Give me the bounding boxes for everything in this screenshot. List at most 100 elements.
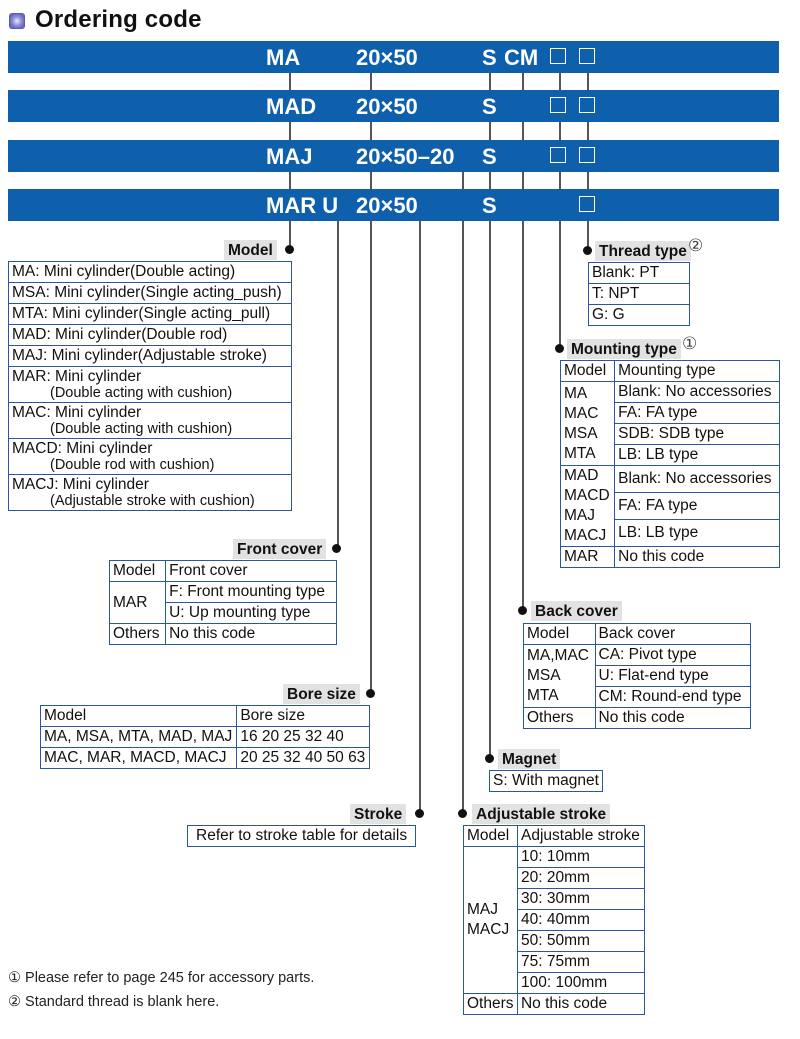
footnote-1: ① Please refer to page 245 for accessory… <box>8 970 315 986</box>
model-name: MA <box>564 384 588 402</box>
table-cell: CA: Pivot type <box>594 644 751 666</box>
table-cell: Model <box>559 360 616 382</box>
thread-box-icon <box>579 147 595 163</box>
model-option: MAJ: Mini cylinder(Adjustable stroke) <box>8 345 292 367</box>
table-cell: Refer to stroke table for details <box>186 825 417 847</box>
mounting-type-label: Mounting type <box>567 339 681 359</box>
model-option-desc: (Double rod with cushion) <box>50 457 215 473</box>
table-cell: Mounting type <box>614 360 780 382</box>
code-bar-mar: MAR U 20×50 S <box>8 189 779 221</box>
code-bore-stroke: 20×50–20 <box>356 144 455 169</box>
code-model: MAR U <box>266 193 339 218</box>
stroke-label: Stroke <box>350 804 407 824</box>
model-option: MACD: Mini cylinder (Double rod with cush… <box>8 438 292 475</box>
table-row: MAR F: Front mounting type <box>108 581 337 624</box>
table-row: S: With magnet <box>489 770 603 792</box>
table-cell: Blank: No accessories <box>614 465 780 493</box>
model-option-name: MACD: Mini cylinder <box>12 440 153 457</box>
model-option-name: MAC: Mini cylinder <box>12 404 142 421</box>
model-option-name: MACJ: Mini cylinder <box>12 476 149 493</box>
connector-line <box>587 122 589 140</box>
table-cell: LB: LB type <box>614 444 780 466</box>
table-cell: Bore size <box>236 705 370 727</box>
connector-line <box>559 172 561 189</box>
code-model: MA <box>266 45 301 70</box>
connector-line <box>462 172 464 189</box>
model-cell: Others <box>523 707 596 729</box>
model-name: MACJ <box>467 921 510 938</box>
table-cell: T: NPT <box>588 283 690 305</box>
model-table: MA: Mini cylinder(Double acting) MSA: Min… <box>8 261 292 511</box>
table-cell: Model <box>463 825 518 847</box>
table-row: MAD MACD MAJ MACJ Blank: No accessories <box>559 465 780 547</box>
connector-line <box>489 122 491 140</box>
table-row: MAC: Mini cylinder (Double acting with cu… <box>8 402 292 439</box>
code-magnet: S <box>482 193 497 218</box>
adjustable-stroke-label: Adjustable stroke <box>472 804 611 824</box>
table-cell: Front cover <box>165 560 337 582</box>
table-row: Blank: PT <box>588 262 690 284</box>
table-cell: Adjustable stroke <box>516 825 646 847</box>
connector-line <box>587 172 589 189</box>
table-cell: 30: 30mm <box>516 888 646 910</box>
connector-line <box>289 172 291 189</box>
code-bore-stroke: 20×50 <box>356 45 418 70</box>
table-header-row: Model Mounting type <box>559 360 780 382</box>
table-row: MSA: Mini cylinder(Single acting_push) <box>8 282 292 304</box>
connector-line <box>370 73 372 90</box>
model-cell: Others <box>463 993 518 1015</box>
connector-dot-icon <box>583 246 592 255</box>
table-row: MAC, MAR, MACD, MACJ 20 25 32 40 50 63 <box>39 747 370 769</box>
model-option-name: MTA: Mini cylinder(Single acting_pull) <box>12 305 271 322</box>
table-cell: 50: 50mm <box>516 930 646 952</box>
table-row: Model Bore size <box>39 705 370 727</box>
table-cell: S: With magnet <box>489 770 603 792</box>
code-magnet: S <box>482 144 497 169</box>
code-back-cover: CM <box>504 45 539 70</box>
table-row: MAJ MACJ 10: 10mm <box>463 846 646 994</box>
mounting-box-icon <box>550 97 566 113</box>
code-model: MAJ <box>266 144 313 169</box>
adjustable-stroke-connector-line <box>462 221 464 813</box>
mounting-box-icon <box>550 48 566 64</box>
model-name: MA,MAC <box>527 647 589 664</box>
table-row: MACD: Mini cylinder (Double rod with cush… <box>8 438 292 475</box>
connector-line <box>587 73 589 90</box>
thread-box-icon <box>579 97 595 113</box>
code-magnet: S <box>482 94 497 119</box>
thread-type-table: Blank: PT T: NPT G: G <box>588 262 690 326</box>
table-cell: Back cover <box>594 623 751 645</box>
code-bar-ma: MA 20×50 S CM <box>8 41 779 73</box>
connector-line <box>522 122 524 140</box>
table-row: MA, MSA, MTA, MAD, MAJ 16 20 25 32 40 <box>39 726 370 748</box>
model-option: MSA: Mini cylinder(Single acting_push) <box>8 282 292 304</box>
table-cell: Model <box>39 705 238 727</box>
table-row: Refer to stroke table for details <box>186 825 417 847</box>
table-row: G: G <box>588 304 690 326</box>
model-option: MAR: Mini cylinder (Double acting with cu… <box>8 366 292 403</box>
bore-size-table: Model Bore size MA, MSA, MTA, MAD, MAJ 16 2… <box>39 705 370 769</box>
table-row: MACJ: Mini cylinder (Adjustable stroke wi… <box>8 474 292 511</box>
code-bore-stroke: 20×50 <box>356 94 418 119</box>
table-cell: FA: FA type <box>614 492 780 520</box>
table-cell: 75: 75mm <box>516 951 646 973</box>
table-cell: CM: Round-end type <box>594 686 751 708</box>
model-cell: MA MAC MSA MTA <box>559 381 616 466</box>
magnet-table: S: With magnet <box>489 770 603 792</box>
magnet-connector-line <box>489 221 491 758</box>
model-cell: Others <box>108 623 167 645</box>
table-cell: 100: 100mm <box>516 972 646 994</box>
model-option: MAC: Mini cylinder (Double acting with cu… <box>8 402 292 439</box>
model-name: Others <box>527 709 574 726</box>
connector-line <box>370 172 372 189</box>
connector-dot-icon <box>555 344 564 353</box>
table-cell: U: Flat-end type <box>594 665 751 687</box>
connector-line <box>522 172 524 189</box>
note-mark-2: ② <box>688 236 704 255</box>
connector-dot-icon <box>366 689 375 698</box>
adjustable-stroke-table: Model Adjustable stroke MAJ MACJ 10: 10mm 20:… <box>463 825 646 1015</box>
table-cell: No this code <box>594 707 751 729</box>
thread-box-icon <box>579 48 595 64</box>
table-row: Others No this code <box>463 993 646 1015</box>
back-cover-connector-line <box>522 221 524 610</box>
